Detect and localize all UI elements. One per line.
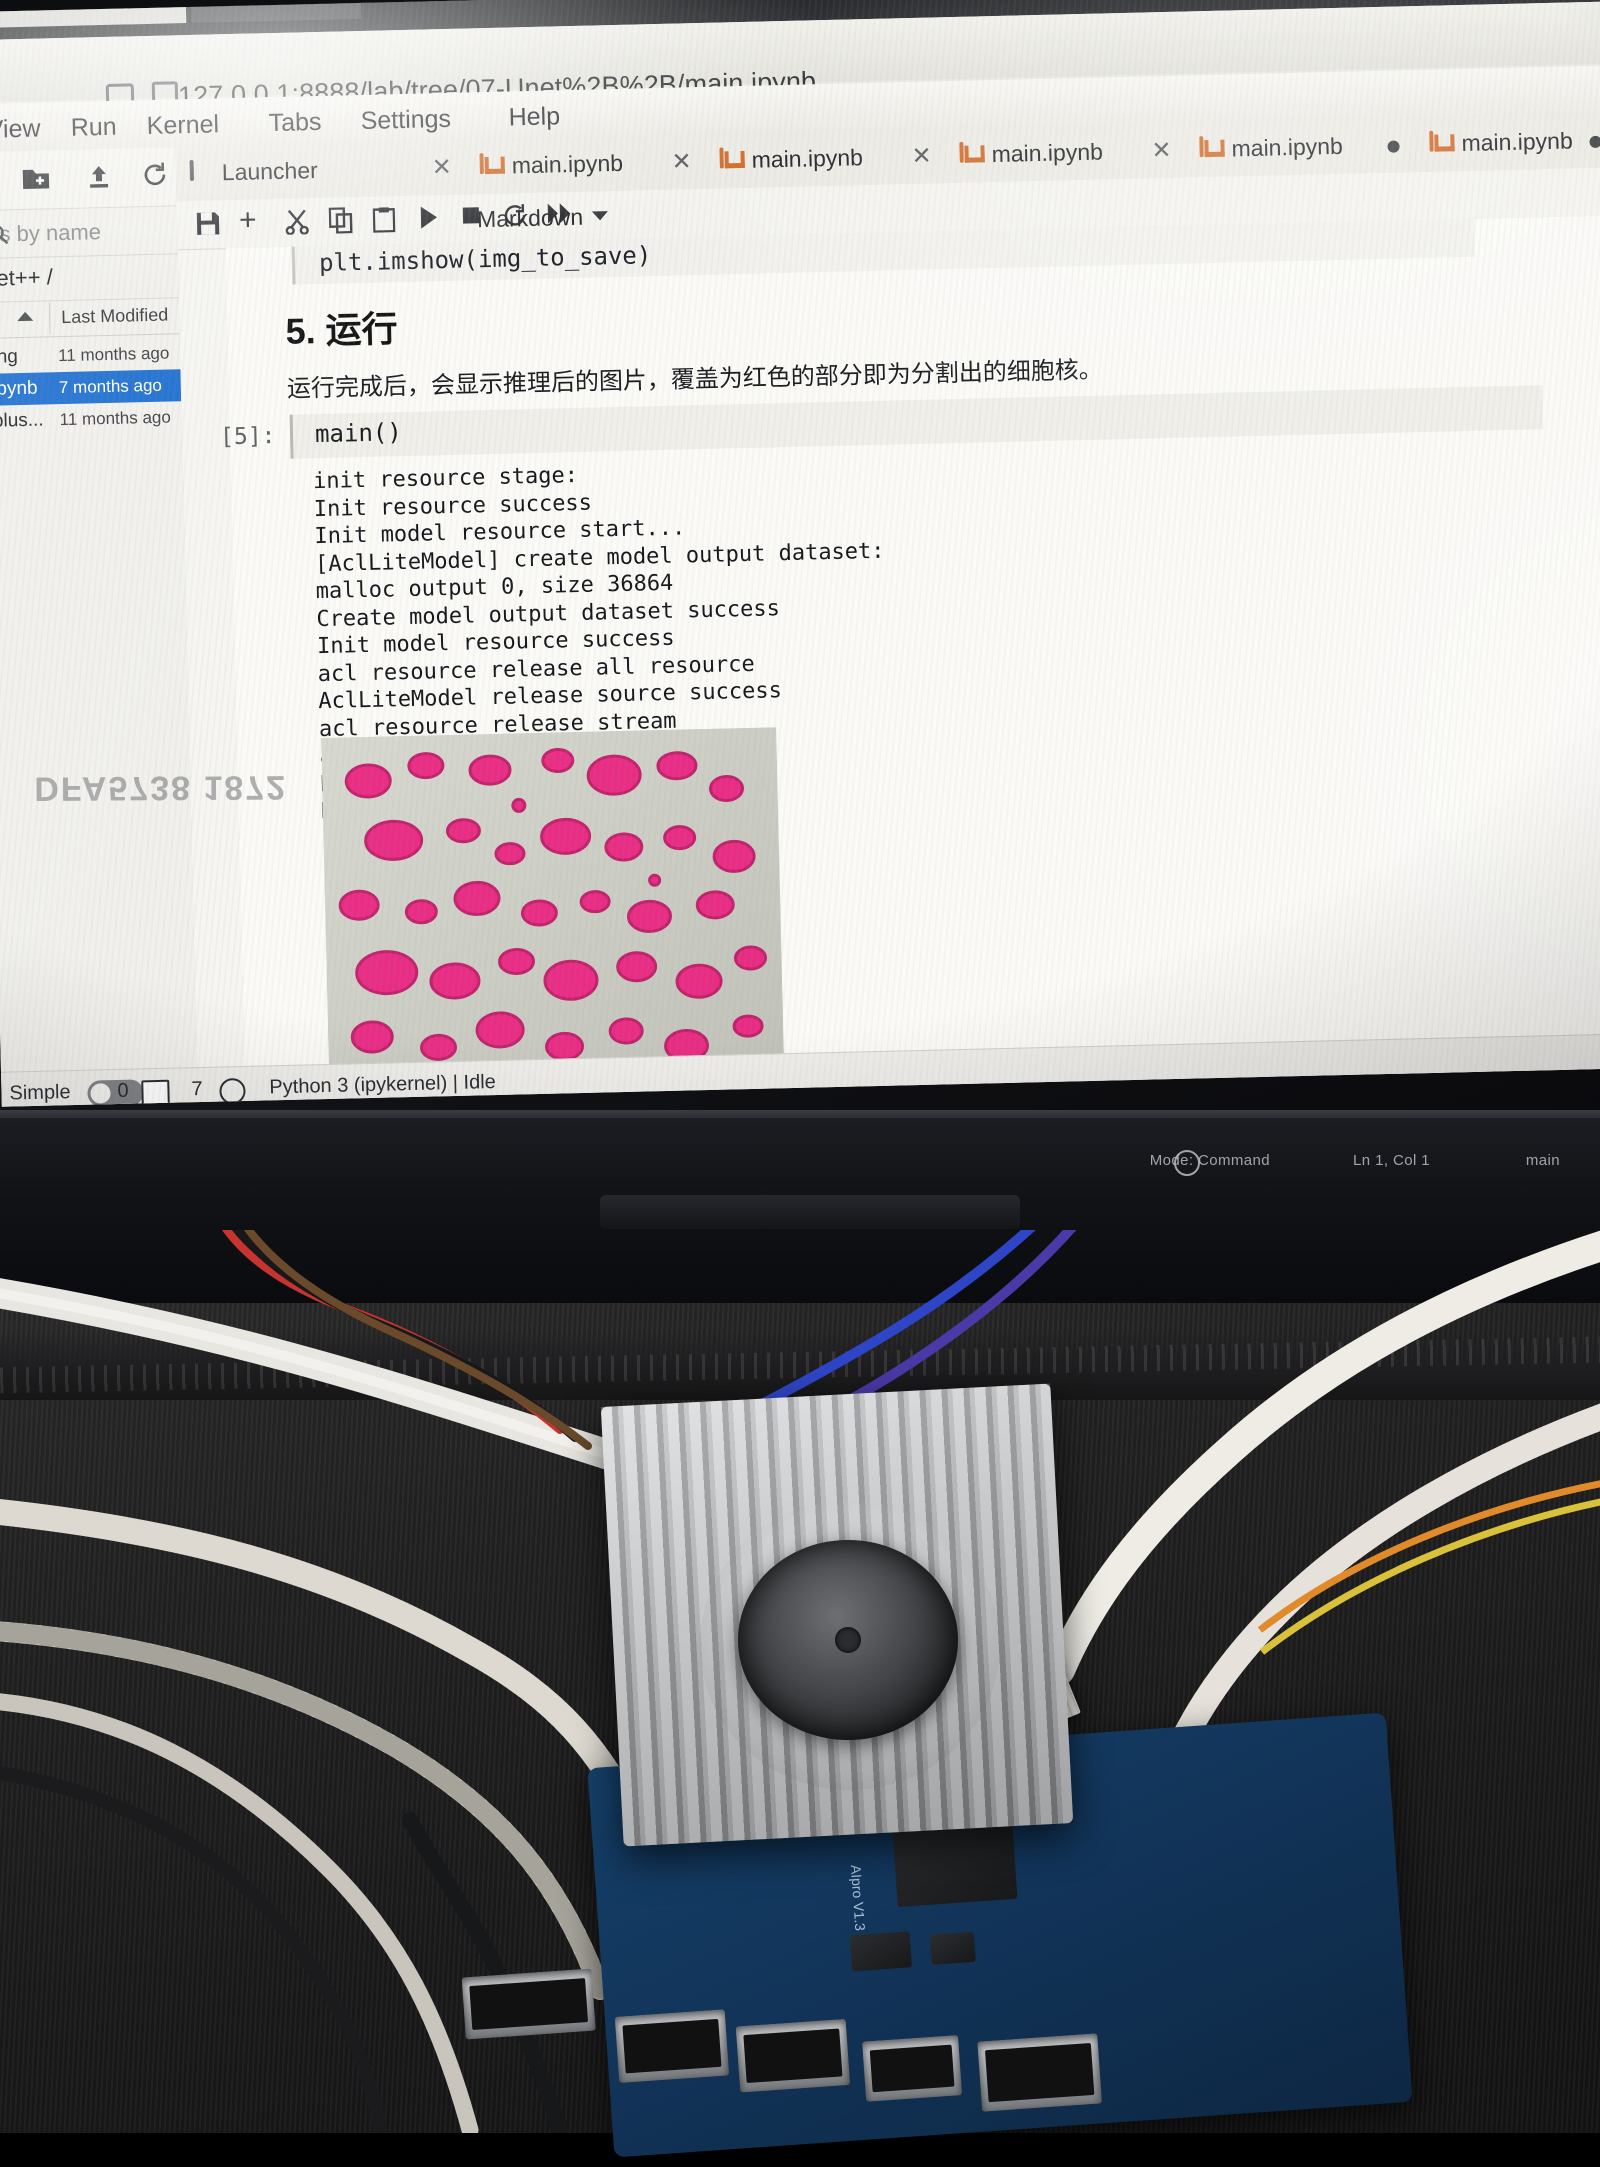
- launcher-icon: [189, 159, 213, 186]
- tab-main-ipynb-3[interactable]: main.ipynb ✕: [945, 123, 1188, 184]
- close-icon[interactable]: ✕: [431, 153, 452, 182]
- terminal-count: 0: [117, 1079, 129, 1102]
- notebook-icon: [1429, 130, 1452, 157]
- tab-main-ipynb-5[interactable]: main.ipynb: [1414, 113, 1600, 173]
- tab-label: main.ipynb: [991, 138, 1104, 168]
- file-browser-toolbar: [0, 147, 177, 211]
- tab-label: main.ipynb: [511, 149, 624, 179]
- column-divider: [48, 302, 51, 335]
- simple-mode-label: Simple: [9, 1081, 71, 1105]
- file-row-ipynb[interactable]: .ipynb 7 months ago: [0, 369, 182, 406]
- file-browser-sidebar: es by name net++ / Last Modified png 11: [0, 147, 199, 1072]
- usb-c-port: [862, 2035, 963, 2102]
- nuclei-segmentation-svg: [321, 727, 785, 1093]
- menu-item-settings[interactable]: Settings: [360, 105, 451, 136]
- file-modified: 11 months ago: [57, 343, 170, 366]
- notebook-icon: [1199, 136, 1222, 163]
- kernel-status: Python 3 (ipykernel) | Idle: [269, 1071, 497, 1099]
- menu-item-tabs[interactable]: Tabs: [268, 108, 321, 138]
- notebook-icon: [719, 147, 742, 174]
- file-modified: 11 months ago: [59, 407, 172, 430]
- file-modified: 7 months ago: [58, 375, 163, 398]
- chevron-down-icon[interactable]: [591, 211, 609, 221]
- file-name: .ipynb: [0, 377, 38, 400]
- markdown-heading: 5. 运行: [285, 308, 399, 352]
- cell-type-select[interactable]: Markdown: [477, 204, 584, 233]
- tab-launcher[interactable]: Launcher ✕: [175, 140, 468, 202]
- filename-status: main: [1525, 1152, 1560, 1169]
- cursor-position-status: Ln 1, Col 1: [1353, 1152, 1430, 1169]
- notebook-icon: [959, 141, 982, 168]
- breadcrumb[interactable]: net++ /: [0, 253, 179, 303]
- unsaved-dot-icon[interactable]: [1589, 135, 1600, 149]
- menu-item-kernel[interactable]: Kernel: [146, 110, 219, 141]
- close-icon[interactable]: ✕: [911, 142, 932, 171]
- breadcrumb-label: net++ /: [0, 264, 54, 291]
- laptop-screen: ynb (5) + 127.0.0.1:8888/lab/tree/07-Une…: [0, 0, 1600, 1107]
- menu-item-run[interactable]: Run: [70, 113, 117, 143]
- tab-main-ipynb-4[interactable]: main.ipynb: [1184, 118, 1418, 178]
- save-icon[interactable]: [195, 210, 222, 242]
- upload-icon[interactable]: [86, 163, 113, 190]
- result-image: [321, 727, 785, 1093]
- file-name: tplus...: [0, 409, 44, 432]
- tab-main-ipynb-2[interactable]: main.ipynb ✕: [705, 129, 948, 189]
- close-icon[interactable]: ✕: [671, 147, 692, 176]
- kernel-count: 7: [191, 1077, 203, 1101]
- shield-status-icon: [1174, 1150, 1200, 1176]
- menu-item-view[interactable]: View: [0, 115, 41, 145]
- unsaved-dot-icon[interactable]: [1387, 140, 1400, 153]
- column-last-modified[interactable]: Last Modified: [61, 305, 169, 329]
- simple-mode-toggle[interactable]: [87, 1079, 144, 1107]
- copy-icon[interactable]: [328, 207, 354, 239]
- code-text: main(): [314, 418, 403, 449]
- notebook-icon: [479, 153, 503, 180]
- sort-ascending-icon[interactable]: [17, 311, 34, 322]
- execution-prompt: [5]:: [219, 423, 276, 451]
- refresh-icon[interactable]: [142, 162, 169, 189]
- main-dock-area: Launcher ✕ main.ipynb ✕ main.ipynb ✕ mai…: [175, 113, 1600, 1093]
- laptop-hinge: [600, 1195, 1020, 1229]
- file-list-header: Last Modified: [0, 297, 180, 339]
- file-filter-input[interactable]: es by name: [0, 205, 178, 259]
- ethernet-port: [977, 2033, 1102, 2112]
- photo-scene: ynb (5) + 127.0.0.1:8888/lab/tree/07-Une…: [0, 0, 1600, 2158]
- tab-label: main.ipynb: [1461, 127, 1574, 157]
- notebook-page: plt.imshow(img_to_save) 5. 运行 运行完成后，会显示推…: [220, 215, 1600, 1093]
- usb-port-a: [614, 2009, 730, 2083]
- editor-mode-status: Mode: Command: [1149, 1152, 1270, 1169]
- chip-small-b: [929, 1931, 976, 1965]
- usb-port-b: [735, 2018, 851, 2093]
- fan-hub: [835, 1627, 861, 1653]
- menu-item-help[interactable]: Help: [508, 102, 560, 132]
- tab-label: main.ipynb: [1231, 132, 1344, 162]
- search-icon[interactable]: [0, 220, 166, 252]
- tab-main-ipynb-1[interactable]: main.ipynb ✕: [465, 134, 708, 195]
- board-version-silkscreen: AIpro V1.3: [847, 1864, 869, 1932]
- code-text: plt.imshow(img_to_save): [318, 241, 652, 277]
- cut-icon[interactable]: [285, 208, 310, 240]
- kernel-busy-icon[interactable]: [219, 1077, 246, 1105]
- file-row-png[interactable]: png 11 months ago: [0, 337, 180, 374]
- markdown-paragraph: 运行完成后，会显示推理后的图片，覆盖为红色的部分即为分割出的细胞核。: [286, 356, 1104, 403]
- tab-label: Launcher: [221, 156, 319, 186]
- run-icon[interactable]: [419, 205, 440, 234]
- file-name: png: [0, 346, 19, 368]
- hdmi-port: [461, 1968, 596, 2040]
- terminal-icon[interactable]: [141, 1079, 170, 1107]
- chip-small-a: [849, 1931, 913, 1972]
- new-folder-icon[interactable]: [22, 164, 51, 191]
- paste-icon[interactable]: [372, 206, 396, 238]
- tab-label: main.ipynb: [751, 144, 864, 173]
- close-icon[interactable]: ✕: [1151, 136, 1172, 165]
- add-cell-icon[interactable]: +: [239, 203, 257, 236]
- file-row-tplus[interactable]: tplus... 11 months ago: [0, 401, 182, 438]
- cooling-fan: [738, 1540, 958, 1740]
